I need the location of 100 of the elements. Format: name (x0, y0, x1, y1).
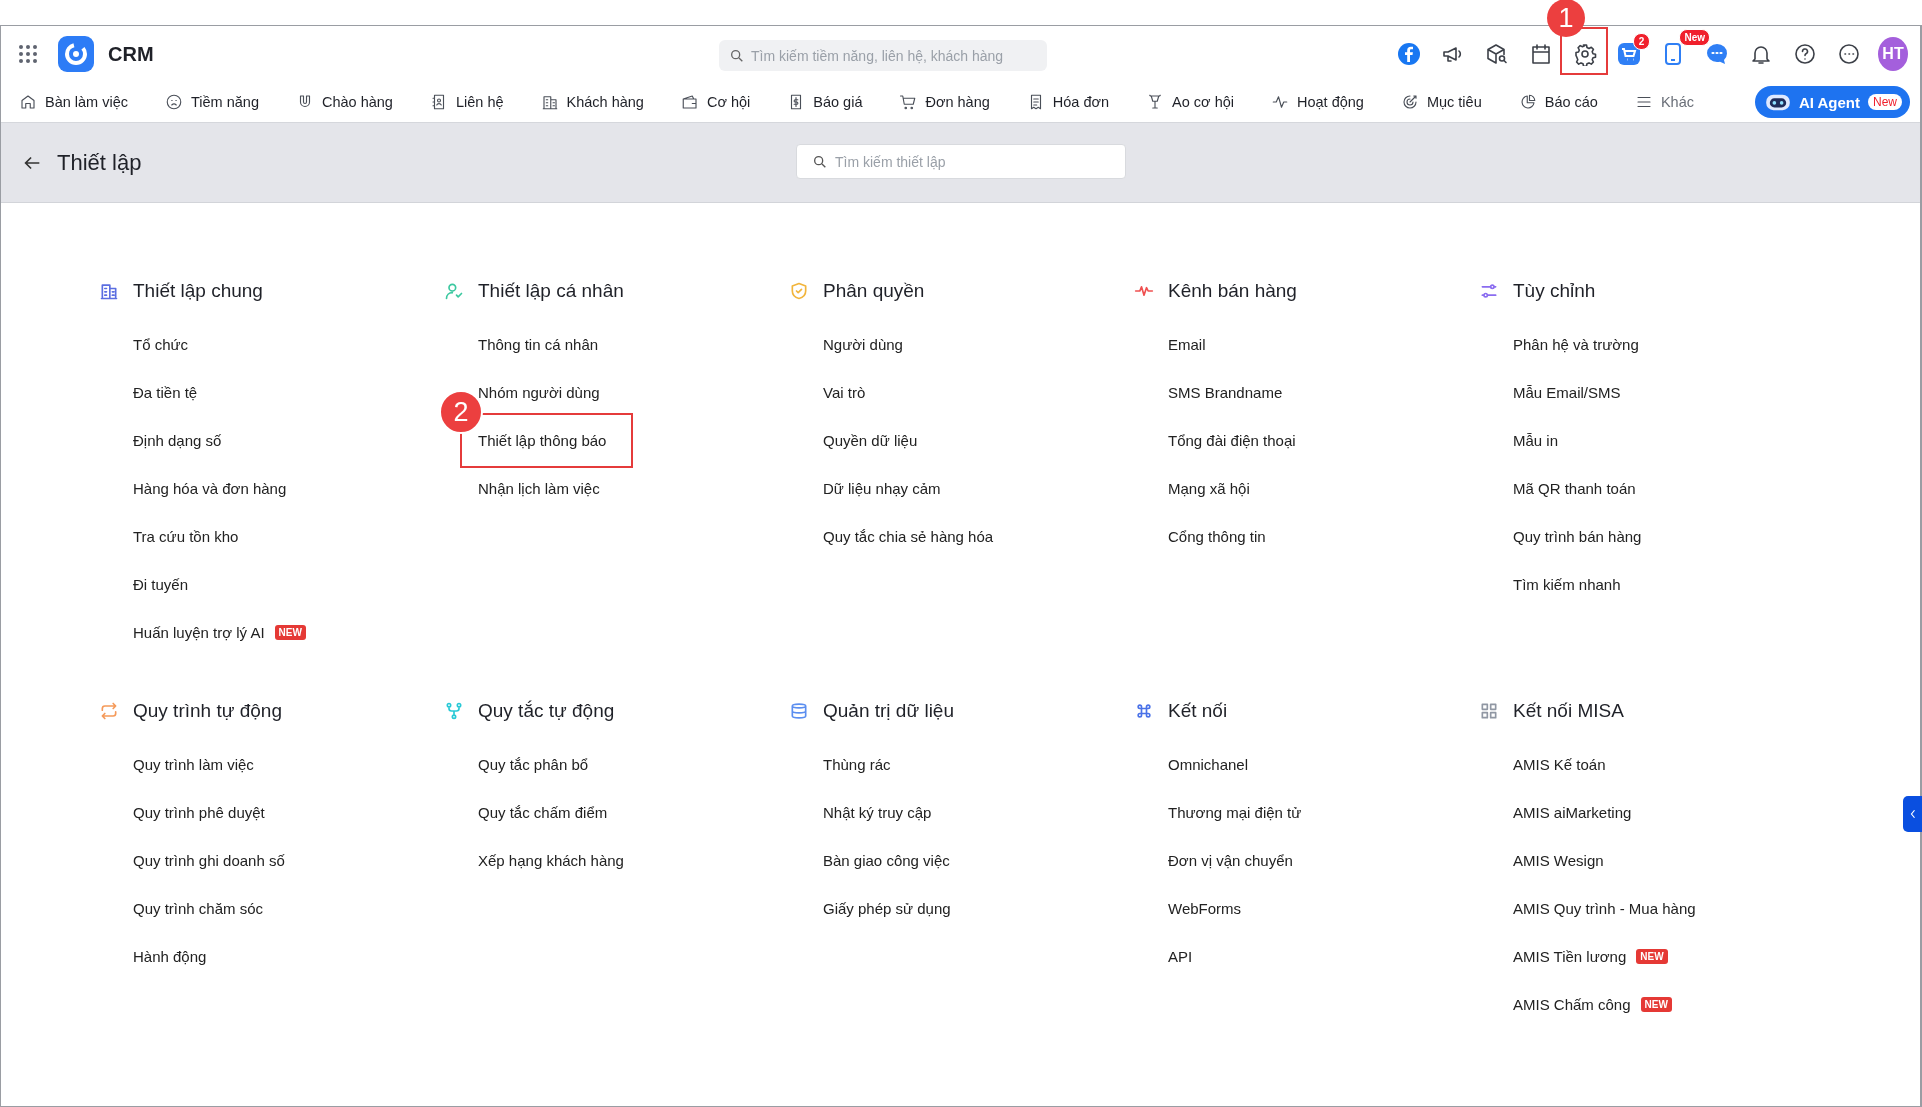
settings-link[interactable]: Mẫu Email/SMS (1513, 383, 1621, 401)
nav-item[interactable]: Mục tiêu (1426, 94, 1482, 110)
settings-link[interactable]: Hàng hóa và đơn hàng (133, 479, 287, 497)
nav-item[interactable]: Đơn hàng (925, 94, 990, 110)
nav-item[interactable]: Cơ hội (706, 94, 751, 110)
settings-link[interactable]: Mẫu in (1513, 431, 1559, 449)
settings-link[interactable]: Tổng đài điện thoại (1168, 431, 1296, 449)
facebook-icon[interactable] (1397, 42, 1421, 66)
avatar[interactable]: HT (1878, 37, 1908, 71)
settings-link[interactable]: Dữ liệu nhạy cảm (823, 479, 941, 497)
nav-item[interactable]: Bàn làm việc (45, 94, 128, 110)
settings-link[interactable]: AMIS aiMarketing (1513, 803, 1632, 821)
settings-search-field[interactable]: Tìm kiếm thiết lập (796, 144, 1126, 179)
app-name: CRM (108, 42, 154, 66)
logo-icon (58, 36, 94, 72)
notification-badge: 2 (1633, 33, 1650, 50)
building-icon (540, 93, 559, 111)
settings-link[interactable]: Quy tắc phân bổ (478, 755, 589, 773)
nav-item[interactable]: Ao cơ hội (1172, 94, 1234, 110)
settings-link[interactable]: Tổ chức (133, 335, 189, 353)
settings-link[interactable]: SMS Brandname (1168, 383, 1283, 401)
robot-icon (1764, 92, 1791, 112)
settings-link[interactable]: Quy trình ghi doanh số (133, 851, 285, 869)
settings-link[interactable]: Vai trò (823, 383, 866, 401)
nav-item[interactable]: Báo giá (813, 94, 863, 110)
settings-link[interactable]: Quy trình bán hàng (1513, 527, 1642, 545)
settings-link[interactable]: Đa tiền tệ (133, 383, 198, 401)
new-badge: New (1868, 94, 1902, 110)
cart-icon[interactable] (1617, 42, 1641, 66)
nav-item[interactable]: Hoạt động (1297, 94, 1364, 110)
nav-item[interactable]: Chào hàng (322, 94, 393, 110)
home-icon (19, 93, 37, 111)
settings-link[interactable]: Email (1168, 335, 1206, 353)
settings-link[interactable]: AMIS Chấm công (1513, 995, 1631, 1013)
settings-link[interactable]: Quy trình làm việc (133, 755, 254, 773)
settings-link[interactable]: Quyền dữ liệu (823, 431, 918, 449)
settings-link[interactable]: Quy trình phê duyệt (133, 803, 265, 821)
settings-icon[interactable] (1573, 42, 1597, 66)
calendar-icon[interactable] (1529, 42, 1553, 66)
settings-link[interactable]: Tra cứu tồn kho (133, 527, 239, 545)
cart-icon (899, 93, 918, 111)
database-icon (789, 701, 809, 721)
settings-link[interactable]: Huấn luyện trợ lý AI (133, 623, 265, 641)
settings-link[interactable]: API (1168, 947, 1193, 965)
nav-item[interactable]: Tiềm năng (191, 94, 259, 110)
nav-item[interactable]: Khác (1660, 94, 1694, 110)
settings-link[interactable]: Thùng rác (823, 755, 891, 773)
target-icon (1400, 93, 1419, 111)
nav-item[interactable]: Hóa đơn (1052, 94, 1110, 110)
section-title: Quy tắc tự động (478, 700, 615, 722)
settings-link[interactable]: AMIS Quy trình - Mua hàng (1513, 899, 1696, 917)
settings-link[interactable]: AMIS Kế toán (1513, 755, 1606, 773)
settings-link[interactable]: AMIS Wesign (1513, 851, 1604, 869)
new-badge: NEW (1636, 948, 1668, 964)
settings-link[interactable]: AMIS Tiền lương (1513, 947, 1627, 965)
pie-chart-icon (1518, 93, 1537, 111)
nav-item[interactable]: Liên hệ (455, 94, 504, 110)
settings-link[interactable]: Người dùng (823, 335, 903, 353)
settings-link[interactable]: Thiết lập thông báo (478, 431, 607, 449)
settings-link[interactable]: Nhật ký truy cập (823, 803, 932, 821)
sliders-icon (1479, 281, 1499, 301)
settings-link[interactable]: Phân hệ và trường (1513, 335, 1639, 353)
settings-link[interactable]: Thông tin cá nhân (478, 335, 599, 353)
settings-link[interactable]: WebForms (1168, 899, 1242, 917)
building-icon (99, 281, 119, 301)
section-title: Kết nối (1168, 700, 1228, 722)
help-icon[interactable] (1793, 42, 1817, 66)
settings-link[interactable]: Xếp hạng khách hàng (478, 851, 624, 869)
settings-link[interactable]: Thương mại điện tử (1168, 803, 1302, 821)
chat-icon[interactable] (1705, 42, 1729, 66)
settings-link[interactable]: Quy tắc chấm điểm (478, 803, 608, 821)
settings-link[interactable]: Tìm kiếm nhanh (1513, 575, 1621, 593)
settings-link[interactable]: Hành động (133, 947, 207, 965)
settings-link[interactable]: Mã QR thanh toán (1513, 479, 1636, 497)
settings-link[interactable]: Mạng xã hội (1168, 479, 1250, 497)
nav-item[interactable]: Khách hàng (566, 94, 644, 110)
settings-link[interactable]: Giấy phép sử dụng (823, 899, 951, 917)
section-title: Quản trị dữ liệu (823, 700, 954, 722)
callout-number: 1 (1547, 0, 1585, 37)
more-icon[interactable] (1837, 42, 1861, 66)
collapse-tab[interactable] (1903, 796, 1922, 832)
section-title: Kết nối MISA (1513, 700, 1624, 722)
new-badge: NEW (1640, 996, 1672, 1012)
app-grid-icon[interactable] (18, 44, 38, 64)
settings-link[interactable]: Cổng thông tin (1168, 527, 1266, 545)
ai-agent-button[interactable]: AI Agent New (1754, 86, 1910, 118)
shield-icon (789, 281, 809, 301)
settings-link[interactable]: Quy trình chăm sóc (133, 899, 264, 917)
settings-link[interactable]: Định dạng số (133, 431, 222, 449)
settings-link[interactable]: Bàn giao công việc (823, 851, 950, 869)
notification-badge: New (1679, 29, 1710, 46)
section-title: Thiết lập cá nhân (478, 280, 624, 302)
settings-link[interactable]: Đi tuyến (133, 575, 189, 593)
settings-link[interactable]: Nhận lịch làm việc (478, 479, 600, 497)
settings-link[interactable]: Omnichanel (1168, 755, 1249, 773)
search-field[interactable]: Tìm kiếm tiềm năng, liên hệ, khách hàng (719, 40, 1047, 71)
settings-link[interactable]: Đơn vị vận chuyển (1168, 851, 1293, 869)
box-search-icon[interactable] (1485, 42, 1509, 66)
nav-item[interactable]: Báo cáo (1544, 94, 1598, 110)
settings-link[interactable]: Quy tắc chia sẻ hàng hóa (823, 527, 994, 545)
